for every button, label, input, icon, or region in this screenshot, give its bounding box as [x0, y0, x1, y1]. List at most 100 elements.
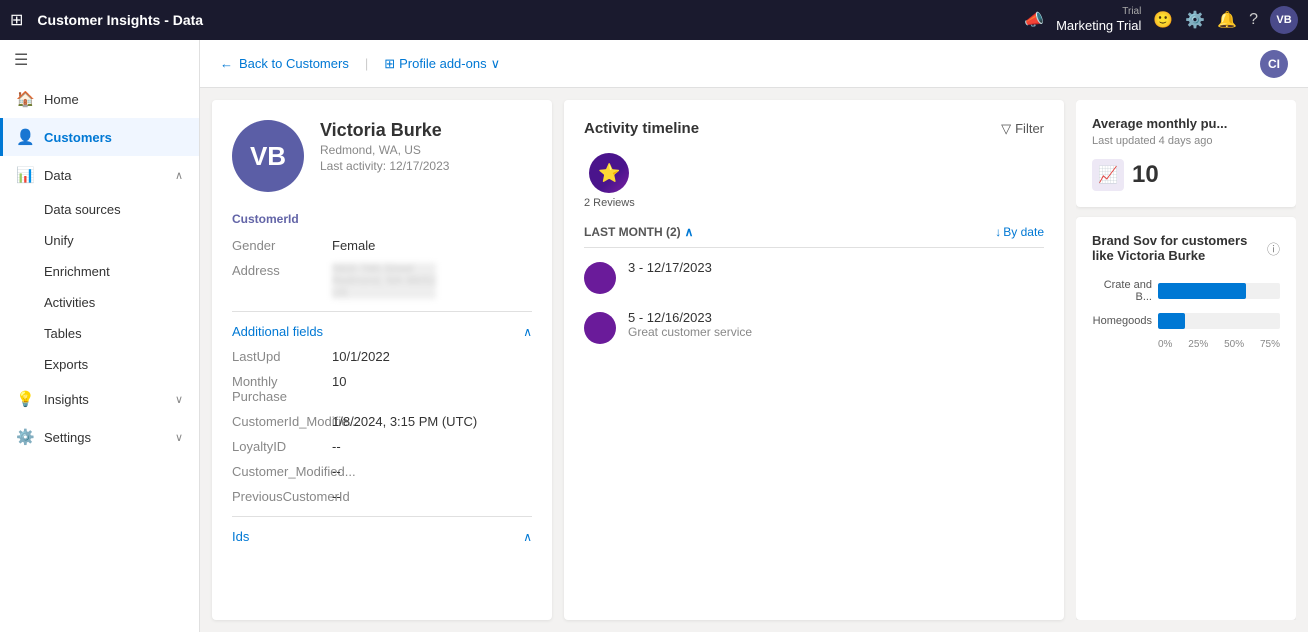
profile-addons-icon: ⊞: [384, 56, 395, 72]
sidebar-item-exports[interactable]: Exports: [0, 349, 199, 380]
sort-arrow-icon: ↓: [995, 225, 1001, 239]
brand-label-crate: Crate and B...: [1092, 279, 1152, 303]
ids-header[interactable]: Ids ∧: [232, 529, 532, 544]
sidebar-item-settings[interactable]: ⚙️ Settings ∨: [0, 418, 199, 456]
field-row-customerid-mod: CustomerId_Modifie... 1/8/2024, 3:15 PM …: [232, 414, 532, 429]
app-title: Customer Insights - Data: [37, 12, 1014, 28]
sidebar-label-insights: Insights: [44, 392, 89, 407]
profile-info: Victoria Burke Redmond, WA, US Last acti…: [320, 120, 532, 173]
customer-mod-label: Customer_Modified...: [232, 464, 322, 479]
axis-50: 50%: [1224, 339, 1244, 350]
brand-bar-crate: Crate and B...: [1092, 279, 1280, 303]
panels: VB Victoria Burke Redmond, WA, US Last a…: [200, 88, 1308, 632]
brand-label-homegoods: Homegoods: [1092, 315, 1152, 327]
activity-icon-reviews: ⭐ 2 Reviews: [584, 153, 635, 209]
sidebar-item-home[interactable]: 🏠 Home: [0, 80, 199, 118]
entry-dot-2: [584, 312, 616, 344]
help-icon[interactable]: ?: [1249, 11, 1258, 29]
field-row-monthly: Monthly Purchase 10: [232, 374, 532, 404]
sidebar-item-tables[interactable]: Tables: [0, 318, 199, 349]
sidebar-item-unify[interactable]: Unify: [0, 225, 199, 256]
settings-icon[interactable]: ⚙️: [1185, 10, 1205, 30]
avg-monthly-title: Average monthly pu...: [1092, 116, 1280, 131]
brand-track-homegoods: [1158, 313, 1280, 329]
gender-value: Female: [332, 238, 375, 253]
brand-fill-crate: [1158, 283, 1246, 299]
section-divider: [232, 311, 532, 312]
sidebar-item-customers[interactable]: 👤 Customers: [0, 118, 199, 156]
settings-expand-icon: ∨: [175, 431, 183, 444]
megaphone-icon[interactable]: 📣: [1024, 10, 1044, 30]
activity-entry-1: 3 - 12/17/2023: [584, 260, 1044, 294]
filter-button[interactable]: ▽ Filter: [1001, 121, 1044, 137]
field-row-loyaltyid: LoyaltyID --: [232, 439, 532, 454]
prev-customer-value: --: [332, 489, 341, 504]
notifications-icon[interactable]: 🔔: [1217, 10, 1237, 30]
monthly-value: 10: [332, 374, 346, 404]
topbar-right: 📣 Trial Marketing Trial 🙂 ⚙️ 🔔 ? VB: [1024, 6, 1298, 34]
entry-score-2: 5 - 12/16/2023: [628, 310, 1044, 325]
activity-title: Activity timeline: [584, 120, 699, 137]
reviews-icon: ⭐: [598, 163, 620, 184]
sidebar-item-insights[interactable]: 💡 Insights ∨: [0, 380, 199, 418]
back-label: Back to Customers: [239, 56, 349, 71]
reviews-circle: ⭐: [589, 153, 629, 193]
back-to-customers-link[interactable]: ← Back to Customers: [220, 56, 349, 71]
info-icon[interactable]: ⓘ: [1267, 239, 1280, 258]
activity-header: Activity timeline ▽ Filter: [584, 120, 1044, 137]
field-row-prev-customer: PreviousCustomerId --: [232, 489, 532, 504]
activity-panel: Activity timeline ▽ Filter ⭐ 2 Reviews: [564, 100, 1064, 620]
customer-id-label: CustomerId: [232, 212, 532, 226]
sidebar-item-data[interactable]: 📊 Data ∧: [0, 156, 199, 194]
sidebar-item-activities[interactable]: Activities: [0, 287, 199, 318]
field-row-address: Address 5600 76th StreetRedmond, WA 9805…: [232, 263, 532, 299]
feedback-icon[interactable]: 🙂: [1153, 10, 1173, 30]
field-row-customer-mod: Customer_Modified... --: [232, 464, 532, 479]
avatar: VB: [232, 120, 304, 192]
sidebar-label-enrichment: Enrichment: [44, 264, 110, 279]
period-label: LAST MONTH (2) ∧: [584, 225, 693, 239]
grid-icon[interactable]: ⊞: [10, 10, 23, 30]
customers-icon: 👤: [16, 128, 34, 146]
field-row-lastupd: LastUpd 10/1/2022: [232, 349, 532, 364]
brand-chart: Crate and B... Homegoods 0: [1092, 279, 1280, 350]
lastupd-label: LastUpd: [232, 349, 322, 364]
loyaltyid-label: LoyaltyID: [232, 439, 322, 454]
trend-icon: 📈: [1092, 159, 1124, 191]
sidebar-label-data-sources: Data sources: [44, 202, 121, 217]
sort-button[interactable]: ↓ By date: [995, 225, 1044, 239]
sidebar-label-customers: Customers: [44, 130, 112, 145]
trial-label: Trial: [1122, 6, 1141, 18]
profile-addons-button[interactable]: ⊞ Profile add-ons ∨: [384, 56, 500, 72]
insight-number: 10: [1132, 161, 1159, 189]
brand-bar-homegoods: Homegoods: [1092, 313, 1280, 329]
sidebar-item-enrichment[interactable]: Enrichment: [0, 256, 199, 287]
hamburger-menu[interactable]: ☰: [0, 40, 199, 80]
axis-0: 0%: [1158, 339, 1172, 350]
back-arrow-icon: ←: [220, 56, 233, 71]
sidebar-label-tables: Tables: [44, 326, 82, 341]
entry-score-1: 3 - 12/17/2023: [628, 260, 1044, 275]
home-icon: 🏠: [16, 90, 34, 108]
profile-addons-chevron: ∨: [491, 56, 501, 72]
brand-sov-card: Brand Sov for customers like Victoria Bu…: [1076, 217, 1296, 620]
additional-fields-header[interactable]: Additional fields ∧: [232, 324, 532, 339]
customerid-mod-value: 1/8/2024, 3:15 PM (UTC): [332, 414, 477, 429]
activity-entry-2: 5 - 12/16/2023 Great customer service: [584, 310, 1044, 344]
avg-monthly-card: Average monthly pu... Last updated 4 day…: [1076, 100, 1296, 207]
sidebar-item-data-sources[interactable]: Data sources: [0, 194, 199, 225]
user-avatar[interactable]: VB: [1270, 6, 1298, 34]
address-label: Address: [232, 263, 322, 299]
address-value: 5600 76th StreetRedmond, WA 98052US: [332, 263, 436, 299]
topbar: ⊞ Customer Insights - Data 📣 Trial Marke…: [0, 0, 1308, 40]
profile-location: Redmond, WA, US: [320, 143, 532, 157]
content-topbar: ← Back to Customers | ⊞ Profile add-ons …: [200, 40, 1308, 88]
insights-panel: Average monthly pu... Last updated 4 day…: [1076, 100, 1296, 620]
topbar-divider: |: [365, 56, 368, 71]
brand-sov-header: Brand Sov for customers like Victoria Bu…: [1092, 233, 1280, 263]
filter-icon: ▽: [1001, 121, 1011, 137]
profile-last-activity: Last activity: 12/17/2023: [320, 159, 532, 173]
sidebar-label-unify: Unify: [44, 233, 74, 248]
sidebar-label-activities: Activities: [44, 295, 95, 310]
entry-content-2: 5 - 12/16/2023 Great customer service: [628, 310, 1044, 339]
